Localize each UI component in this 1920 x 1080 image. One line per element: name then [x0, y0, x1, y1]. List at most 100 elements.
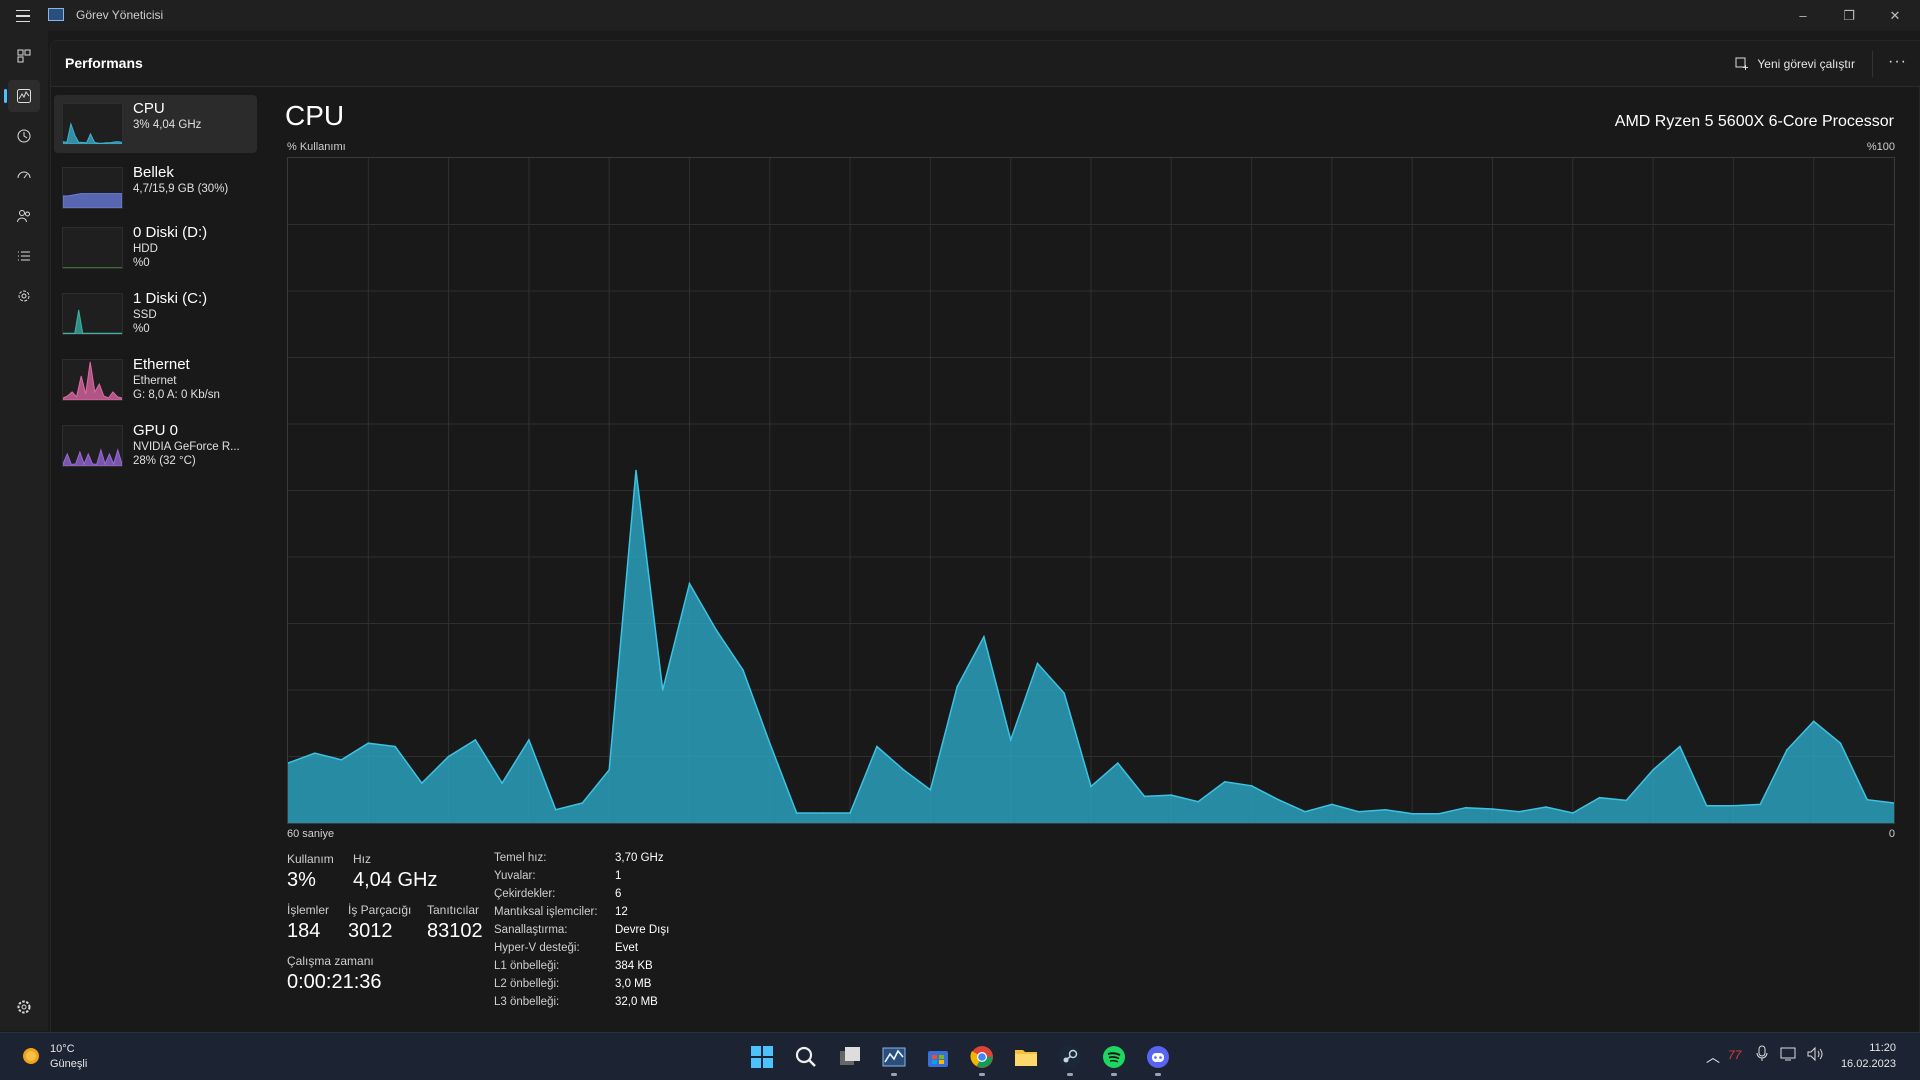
cpu-usage-point: [1250, 784, 1253, 787]
cpu-usage-point: [1009, 739, 1012, 741]
cpu-usage-point: [1759, 803, 1761, 806]
cpu-usage-point: [1518, 810, 1521, 813]
network-icon[interactable]: [1780, 1046, 1798, 1065]
search-icon[interactable]: [792, 1043, 820, 1071]
device-detail-line: 28% (32 °C): [133, 455, 196, 467]
show-hidden-icons-chevron-icon[interactable]: ︿: [1706, 1047, 1720, 1067]
cpu-usage-point: [1090, 785, 1092, 788]
handles-value: 83102: [427, 920, 483, 942]
store-icon[interactable]: [924, 1043, 952, 1071]
processes-icon[interactable]: [8, 40, 40, 72]
more-options-icon[interactable]: ···: [1888, 53, 1907, 71]
start-icon[interactable]: [748, 1043, 776, 1071]
cpu-usage-point: [956, 685, 958, 688]
weather-icon[interactable]: [20, 1045, 42, 1067]
cpu-usage-point: [1839, 742, 1842, 744]
device-detail-line: HDD: [133, 243, 158, 255]
cpu-usage-point: [1304, 810, 1306, 813]
cpu-usage-point: [1812, 720, 1815, 723]
performance-icon[interactable]: [4, 80, 40, 112]
cpu-usage-point: [1063, 692, 1066, 695]
spotify-icon[interactable]: [1100, 1043, 1128, 1071]
maximize-button[interactable]: ❐: [1826, 0, 1872, 31]
cpu-usage-point: [340, 759, 343, 761]
spec-label: Mantıksal işlemciler:: [494, 906, 598, 918]
cpu-usage-point: [1036, 662, 1039, 665]
services-icon[interactable]: [8, 280, 40, 312]
file-explorer-icon[interactable]: [1012, 1043, 1040, 1071]
run-task-label: Yeni görevi çalıştır: [1757, 57, 1855, 71]
cpu-usage-point: [1652, 769, 1654, 771]
minimize-button[interactable]: –: [1780, 0, 1826, 31]
max-axis-label: %100: [1866, 141, 1895, 153]
microphone-icon[interactable]: [1755, 1045, 1769, 1066]
close-button[interactable]: ✕: [1872, 0, 1918, 31]
discord-running-indicator: [1155, 1073, 1161, 1076]
cpu-usage-point: [1411, 812, 1413, 815]
device-item-0-diski-d[interactable]: 0 Diski (D:) HDD %0: [54, 219, 257, 277]
task-manager-icon[interactable]: [880, 1043, 908, 1071]
cpu-usage-point: [1572, 812, 1574, 814]
spec-value: 12: [615, 906, 628, 918]
cpu-usage-point: [1357, 810, 1360, 813]
cpu-usage-point: [1705, 804, 1708, 807]
cpu-usage-point: [1384, 808, 1387, 811]
cpu-usage-point: [581, 802, 584, 804]
cpu-usage-point: [1331, 803, 1333, 806]
cpu-usage-point: [1197, 800, 1199, 803]
chrome-icon[interactable]: [968, 1043, 996, 1071]
users-icon[interactable]: [8, 200, 40, 232]
device-item-1-diski-c[interactable]: 1 Diski (C:) SSD %0: [54, 285, 257, 343]
details-icon[interactable]: [8, 240, 40, 272]
cpu-usage-point: [1598, 796, 1601, 799]
startup-icon[interactable]: [8, 160, 40, 192]
discord-icon[interactable]: [1144, 1043, 1172, 1071]
clock-time[interactable]: 11:20: [1869, 1042, 1896, 1054]
min-axis-label: 0: [1888, 828, 1895, 840]
weather-description[interactable]: Güneşli: [50, 1058, 87, 1070]
device-name: Bellek: [133, 164, 174, 181]
cpu-usage-point: [876, 745, 878, 748]
cpu-usage-point: [1143, 795, 1146, 798]
cpu-usage-point: [1866, 798, 1869, 801]
volume-icon[interactable]: [1806, 1046, 1824, 1065]
device-thumbnail-graph: [62, 103, 123, 145]
cpu-usage-point: [715, 629, 718, 631]
tray-temperature[interactable]: 77: [1728, 1048, 1741, 1062]
cpu-usage-point: [1679, 745, 1681, 748]
panel-header: Performans Yeni görevi çalıştır ···: [51, 41, 1920, 87]
device-item-gpu-0[interactable]: GPU 0 NVIDIA GeForce R... 28% (32 °C): [54, 417, 257, 475]
cpu-usage-point: [635, 469, 637, 472]
taskbar: 10°C Güneşli ︿ 77 11:20 16.02.2023: [0, 1032, 1920, 1080]
cpu-usage-point: [554, 808, 557, 811]
cpu-usage-point: [447, 755, 450, 758]
run-new-task-button[interactable]: Yeni görevi çalıştır: [1727, 51, 1863, 77]
app-history-icon[interactable]: [8, 120, 40, 152]
device-name: Ethernet: [133, 356, 190, 373]
cpu-usage-point: [1438, 812, 1440, 815]
device-name: 1 Diski (C:): [133, 290, 208, 307]
spotify-running-indicator: [1111, 1073, 1117, 1076]
task-view-icon[interactable]: [836, 1043, 864, 1071]
spec-label: Temel hız:: [494, 852, 547, 864]
device-detail-line: %0: [133, 257, 150, 269]
handles-label: Tanıtıcılar: [427, 903, 480, 917]
cpu-usage-point: [313, 752, 316, 754]
cpu-usage-point: [367, 742, 370, 744]
steam-running-indicator: [1067, 1073, 1073, 1076]
usage-axis-label: % Kullanımı: [287, 141, 346, 153]
page-title: Performans: [65, 55, 143, 71]
hamburger-menu-icon[interactable]: [12, 6, 34, 26]
device-item-ethernet[interactable]: Ethernet Ethernet G: 8,0 A: 0 Kb/sn: [54, 351, 257, 409]
device-thumbnail-graph: [62, 359, 123, 401]
cpu-usage-point: [1732, 804, 1735, 807]
device-name: 0 Diski (D:): [133, 224, 208, 241]
steam-icon[interactable]: [1056, 1043, 1084, 1071]
device-item-cpu[interactable]: CPU 3% 4,04 GHz: [54, 95, 257, 153]
device-item-bellek[interactable]: Bellek 4,7/15,9 GB (30%): [54, 159, 257, 217]
settings-icon[interactable]: [8, 991, 40, 1023]
clock-date[interactable]: 16.02.2023: [1841, 1058, 1896, 1070]
spec-label: L2 önbelleği:: [494, 978, 560, 990]
weather-temperature[interactable]: 10°C: [50, 1043, 75, 1055]
cpu-usage-point: [1786, 749, 1788, 751]
